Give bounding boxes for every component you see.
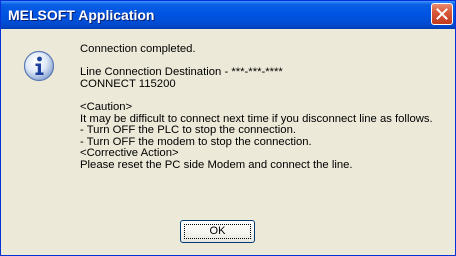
message-line: CONNECT 115200 (80, 77, 176, 90)
ok-button-label: OK (209, 225, 226, 237)
close-icon (436, 8, 448, 20)
message-line: - Turn OFF the PLC to stop the connectio… (80, 124, 297, 137)
ok-button[interactable]: OK (180, 220, 255, 243)
message-line: <Caution> (80, 100, 133, 113)
info-icon (23, 50, 55, 82)
dialog-body: Connection completed. Line Connection De… (4, 29, 452, 252)
title-bar[interactable]: MELSOFT Application (1, 1, 455, 29)
message-line: Connection completed. (80, 43, 196, 55)
message-text: Connection completed. Line Connection De… (80, 43, 450, 172)
window-title: MELSOFT Application (8, 7, 155, 23)
close-button[interactable] (431, 3, 453, 25)
dialog-window: MELSOFT Application Connection completed… (0, 0, 456, 256)
message-line: Please reset the PC side Modem and conne… (80, 158, 353, 171)
message-line (80, 90, 450, 102)
